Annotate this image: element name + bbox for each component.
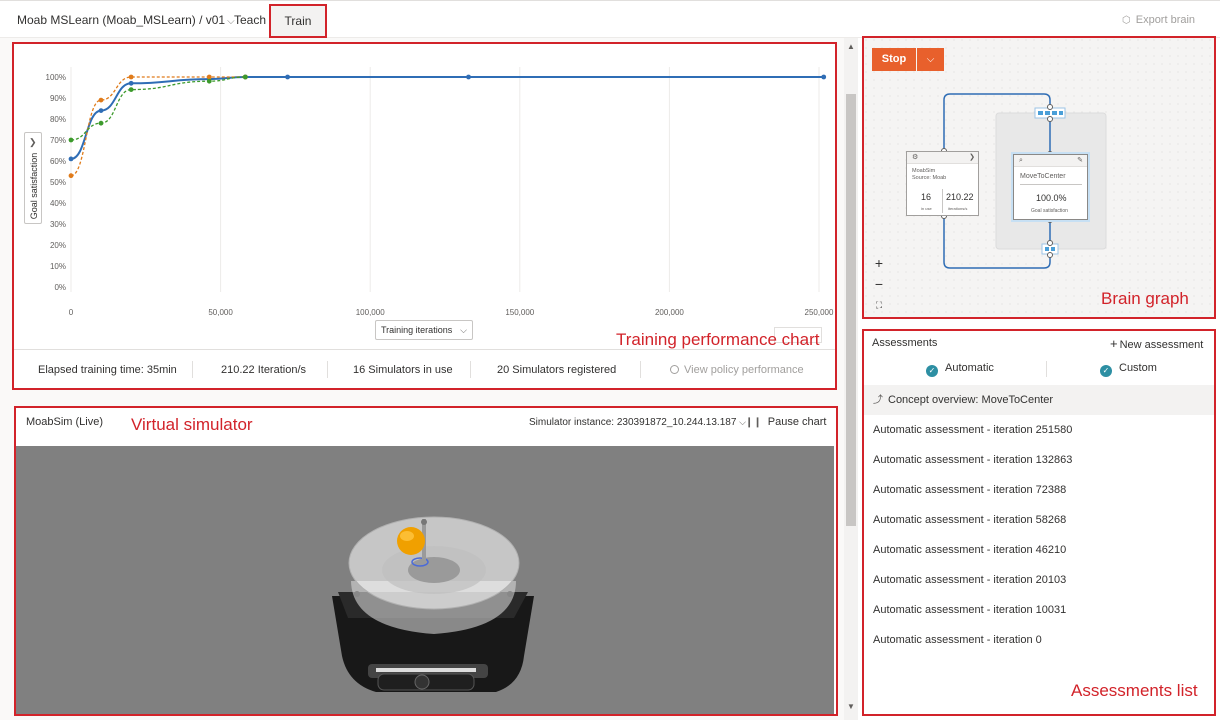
tab-train[interactable]: Train bbox=[269, 4, 327, 38]
callout-virtual-simulator: Virtual simulator bbox=[131, 415, 253, 434]
scroll-up-icon[interactable]: ▲ bbox=[847, 42, 855, 51]
highlight-box-sim bbox=[14, 406, 838, 716]
project-name: Moab MSLearn (Moab_MSLearn) / v01 bbox=[17, 13, 226, 27]
top-bar: Moab MSLearn (Moab_MSLearn) / v01 ⌵ Teach… bbox=[0, 0, 1220, 38]
scrollbar-thumb[interactable] bbox=[846, 94, 856, 526]
callout-brain-graph: Brain graph bbox=[1101, 289, 1189, 308]
export-brain-label: Export brain bbox=[1135, 14, 1196, 26]
export-brain-button[interactable]: ⬡ Export brain bbox=[1122, 14, 1195, 26]
callout-training-chart: Training performance chart bbox=[616, 330, 820, 349]
highlight-box-assess bbox=[862, 329, 1216, 716]
callout-assessments-list: Assessments list bbox=[1071, 681, 1198, 700]
main-scrollbar[interactable]: ▲ ▼ bbox=[844, 38, 858, 720]
highlight-box-brain bbox=[862, 36, 1216, 319]
project-selector[interactable]: Moab MSLearn (Moab_MSLearn) / v01 ⌵ bbox=[17, 13, 235, 27]
tab-teach[interactable]: Teach bbox=[234, 13, 266, 27]
scroll-down-icon[interactable]: ▼ bbox=[847, 702, 855, 711]
cube-icon: ⬡ bbox=[1122, 15, 1131, 26]
